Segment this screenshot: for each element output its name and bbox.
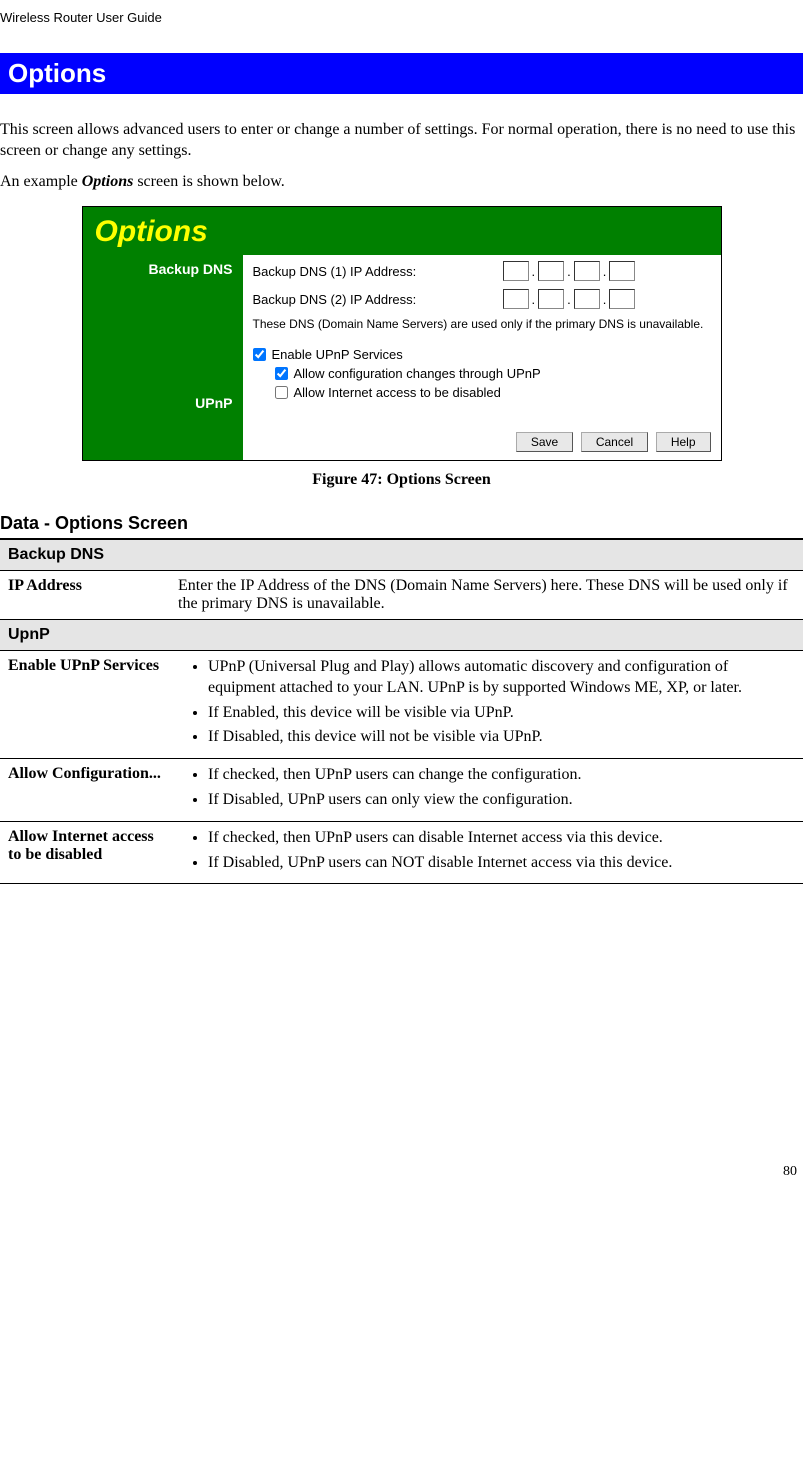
section-backup-dns: Backup DNS (0, 539, 803, 571)
data-heading: Data - Options Screen (0, 513, 803, 534)
dns-note: These DNS (Domain Name Servers) are used… (253, 317, 711, 333)
help-button[interactable]: Help (656, 432, 711, 452)
dns1-octet-1[interactable] (503, 261, 529, 281)
dns1-label: Backup DNS (1) IP Address: (253, 264, 503, 279)
row-ip-desc: Enter the IP Address of the DNS (Domain … (170, 570, 803, 619)
dns2-ip-inputs: ... (503, 289, 636, 309)
section-upnp: UpnP (0, 619, 803, 650)
checkbox-allow-config[interactable] (275, 367, 288, 380)
row-enable-label: Enable UPnP Services (0, 650, 170, 758)
dns2-octet-4[interactable] (609, 289, 635, 309)
row-allow-config-desc: If checked, then UPnP users can change t… (170, 759, 803, 822)
figure-caption: Figure 47: Options Screen (0, 471, 803, 489)
page-number: 80 (0, 1164, 803, 1180)
row-allow-disable-label: Allow Internet access to be disabled (0, 821, 170, 884)
dns2-octet-2[interactable] (538, 289, 564, 309)
row-ip-label: IP Address (0, 570, 170, 619)
row-allow-config-label: Allow Configuration... (0, 759, 170, 822)
checkbox-enable-upnp[interactable] (253, 348, 266, 361)
label-upnp: UPnP (83, 277, 233, 411)
dns1-octet-3[interactable] (574, 261, 600, 281)
dns2-label: Backup DNS (2) IP Address: (253, 292, 503, 307)
dns1-ip-inputs: ... (503, 261, 636, 281)
page-header: Wireless Router User Guide (0, 0, 803, 25)
section-title-banner: Options (0, 53, 803, 94)
row-enable-desc: UPnP (Universal Plug and Play) allows au… (170, 650, 803, 758)
checkbox-allow-disable-label: Allow Internet access to be disabled (294, 385, 501, 400)
options-screenshot: Options Backup DNS UPnP Backup DNS (1) I… (82, 206, 722, 461)
panel-title: Options (95, 215, 709, 249)
row-allow-disable-desc: If checked, then UPnP users can disable … (170, 821, 803, 884)
save-button[interactable]: Save (516, 432, 573, 452)
dns2-octet-3[interactable] (574, 289, 600, 309)
checkbox-allow-config-label: Allow configuration changes through UPnP (294, 366, 541, 381)
dns1-octet-4[interactable] (609, 261, 635, 281)
intro-para-2: An example Options screen is shown below… (0, 172, 803, 193)
checkbox-allow-disable[interactable] (275, 386, 288, 399)
dns1-octet-2[interactable] (538, 261, 564, 281)
label-backup-dns: Backup DNS (83, 255, 233, 277)
cancel-button[interactable]: Cancel (581, 432, 648, 452)
intro-para-1: This screen allows advanced users to ent… (0, 120, 803, 162)
dns2-octet-1[interactable] (503, 289, 529, 309)
intro-text: This screen allows advanced users to ent… (0, 120, 803, 192)
data-table: Backup DNS IP Address Enter the IP Addre… (0, 538, 803, 884)
checkbox-enable-upnp-label: Enable UPnP Services (272, 347, 403, 362)
